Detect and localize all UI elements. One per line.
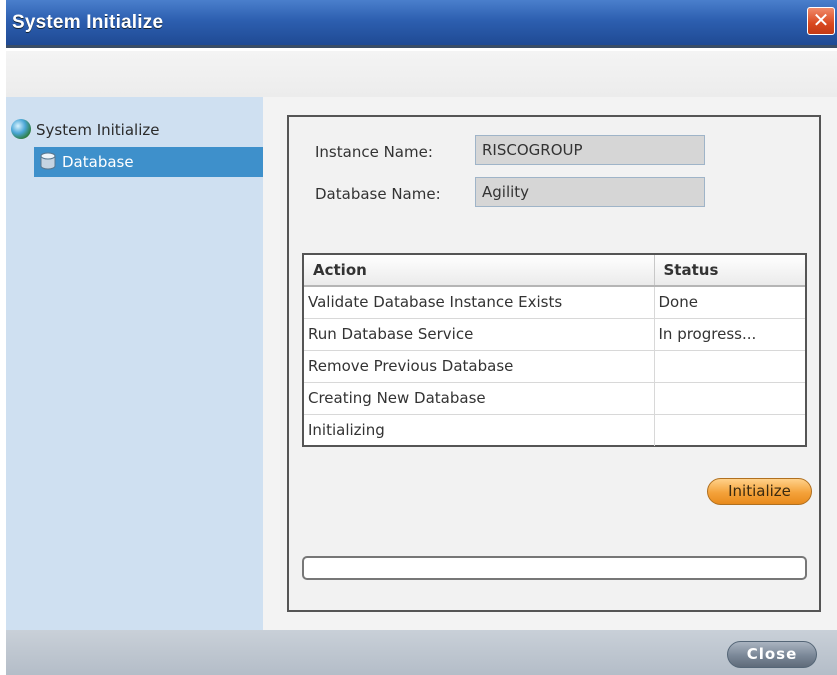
globe-icon [11, 119, 31, 139]
action-cell: Run Database Service [304, 318, 655, 351]
table-row[interactable]: Initializing [304, 414, 805, 446]
action-cell: Remove Previous Database [304, 350, 655, 383]
sidebar: System Initialize Database [6, 97, 263, 630]
database-icon [40, 152, 56, 170]
database-name-field[interactable]: Agility [475, 177, 705, 207]
window-close-icon[interactable]: ✕ [807, 7, 835, 35]
status-cell [654, 350, 805, 383]
status-cell [654, 382, 805, 415]
action-cell: Validate Database Instance Exists [304, 286, 655, 319]
progress-bar [302, 556, 807, 580]
status-cell [654, 414, 805, 446]
tree-item-label: Database [62, 153, 134, 171]
title-bar: System Initialize ✕ [6, 0, 837, 48]
tree-item-system-initialize[interactable]: System Initialize [11, 119, 159, 139]
table-row[interactable]: Creating New Database [304, 382, 805, 415]
column-header-status[interactable]: Status [654, 255, 805, 287]
table-row[interactable]: Remove Previous Database [304, 350, 805, 383]
instance-name-field[interactable]: RISCOGROUP [475, 135, 705, 165]
action-cell: Initializing [304, 414, 655, 446]
initialize-button[interactable]: Initialize [707, 478, 812, 505]
window-title: System Initialize [12, 12, 164, 33]
status-cell: Done [654, 286, 805, 319]
tree-item-database[interactable]: Database [34, 147, 263, 177]
database-name-label: Database Name: [315, 185, 441, 203]
status-cell: In progress... [654, 318, 805, 351]
action-status-table: Action Status Validate Database Instance… [302, 253, 807, 447]
instance-name-label: Instance Name: [315, 143, 433, 161]
action-cell: Creating New Database [304, 382, 655, 415]
tree-item-label: System Initialize [36, 121, 160, 139]
bottom-bar [6, 630, 837, 675]
table-row[interactable]: Validate Database Instance Exists Done [304, 286, 805, 319]
table-row[interactable]: Run Database Service In progress... [304, 318, 805, 351]
column-header-action[interactable]: Action [304, 255, 655, 287]
close-button[interactable]: Close [727, 641, 817, 668]
toolbar-strip [6, 51, 837, 97]
